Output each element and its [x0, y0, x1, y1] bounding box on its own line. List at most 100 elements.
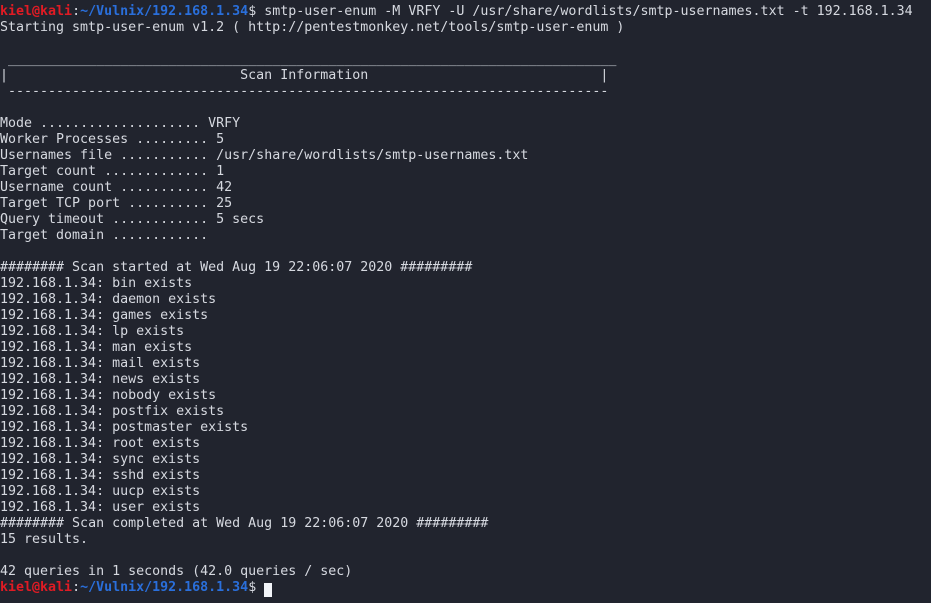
scan-info-value: 5	[216, 132, 225, 147]
result-status: exists	[144, 452, 201, 467]
result-status: exists	[168, 404, 225, 419]
result-username: games	[112, 308, 153, 323]
result-row: 192.168.1.34: bin exists	[0, 276, 931, 292]
result-host: 192.168.1.34:	[0, 500, 113, 515]
result-username: lp	[112, 324, 129, 339]
scan-info-leader: ...........	[112, 180, 217, 195]
result-host: 192.168.1.34:	[0, 436, 113, 451]
result-row: 192.168.1.34: root exists	[0, 436, 931, 452]
prompt-separator: :	[72, 4, 81, 19]
scan-info-label: Mode	[0, 116, 33, 131]
scan-info-row: Target TCP port .......... 25	[0, 196, 931, 212]
result-row: 192.168.1.34: news exists	[0, 372, 931, 388]
result-host: 192.168.1.34:	[0, 468, 113, 483]
result-status: exists	[160, 388, 217, 403]
final-prompt-sigil: $	[248, 580, 257, 595]
scan-completed-text: Scan completed at Wed Aug 19 22:06:07 20…	[64, 516, 417, 531]
result-host: 192.168.1.34:	[0, 276, 113, 291]
scan-completed-prefix: ########	[0, 516, 65, 531]
result-host: 192.168.1.34:	[0, 292, 113, 307]
result-status: exists	[192, 420, 249, 435]
scan-info-value: /usr/share/wordlists/smtp-usernames.txt	[216, 148, 529, 163]
scan-information-list: Mode .................... VRFY Worker Pro…	[0, 116, 931, 244]
scan-info-label: Usernames file	[0, 148, 113, 163]
result-status: exists	[144, 484, 201, 499]
scan-info-value: 1	[216, 164, 225, 179]
scan-info-leader: .............	[96, 164, 217, 179]
scan-info-value: 25	[216, 196, 233, 211]
result-username: bin	[112, 276, 137, 291]
result-row: 192.168.1.34: postfix exists	[0, 404, 931, 420]
result-username: user	[112, 500, 145, 515]
results-list: 192.168.1.34: bin exists 192.168.1.34: da…	[0, 276, 931, 516]
final-prompt-line: kiel@kali:~/Vulnix/192.168.1.34$	[0, 580, 931, 597]
scan-info-leader: ....................	[32, 116, 209, 131]
result-host: 192.168.1.34:	[0, 324, 113, 339]
scan-info-leader: ............	[104, 212, 217, 227]
result-host: 192.168.1.34:	[0, 372, 113, 387]
starting-line: Starting smtp-user-enum v1.2 ( http://pe…	[0, 20, 625, 35]
command-prompt-line: kiel@kali:~/Vulnix/192.168.1.34$ smtp-us…	[0, 4, 931, 20]
scan-info-label: Worker Processes	[0, 132, 129, 147]
result-status: exists	[144, 356, 201, 371]
result-username: nobody	[112, 388, 161, 403]
prompt-path: ~/Vulnix/192.168.1.34	[80, 4, 249, 19]
text-cursor[interactable]	[264, 583, 273, 597]
scan-info-row: Worker Processes ......... 5	[0, 132, 931, 148]
scan-info-box-bottom: ----------------------------------------…	[0, 84, 609, 99]
scan-info-label: Query timeout	[0, 212, 105, 227]
result-host: 192.168.1.34:	[0, 340, 113, 355]
scan-info-label: Target domain	[0, 228, 105, 243]
results-count-line: 15 results.	[0, 532, 89, 547]
result-username: uucp	[112, 484, 145, 499]
scan-info-value: 5 secs	[216, 212, 265, 227]
scan-info-row: Usernames file ........... /usr/share/wo…	[0, 148, 931, 164]
scan-started-suffix: #########	[400, 260, 473, 275]
scan-info-leader: .........	[128, 132, 217, 147]
scan-info-label: Target count	[0, 164, 97, 179]
result-row: 192.168.1.34: sshd exists	[0, 468, 931, 484]
result-row: 192.168.1.34: user exists	[0, 500, 931, 516]
result-username: sshd	[112, 468, 145, 483]
result-row: 192.168.1.34: mail exists	[0, 356, 931, 372]
result-host: 192.168.1.34:	[0, 388, 113, 403]
scan-info-leader: ..........	[120, 196, 217, 211]
result-row: 192.168.1.34: nobody exists	[0, 388, 931, 404]
scan-info-box-title: | Scan Information |	[0, 68, 609, 83]
final-prompt-path: ~/Vulnix/192.168.1.34	[80, 580, 249, 595]
scan-info-label: Target TCP port	[0, 196, 121, 211]
scan-info-row: Username count ........... 42	[0, 180, 931, 196]
result-status: exists	[160, 292, 217, 307]
result-username: root	[112, 436, 145, 451]
result-row: 192.168.1.34: postmaster exists	[0, 420, 931, 436]
scan-info-value: VRFY	[208, 116, 241, 131]
scan-info-row: Target count ............. 1	[0, 164, 931, 180]
result-host: 192.168.1.34:	[0, 420, 113, 435]
result-username: postmaster	[112, 420, 193, 435]
result-username: man	[112, 340, 137, 355]
result-row: 192.168.1.34: lp exists	[0, 324, 931, 340]
scan-info-label: Username count	[0, 180, 113, 195]
final-prompt-separator: :	[72, 580, 81, 595]
result-host: 192.168.1.34:	[0, 452, 113, 467]
scan-info-row: Target domain ............	[0, 228, 931, 244]
queries-summary-line: 42 queries in 1 seconds (42.0 queries / …	[0, 564, 353, 579]
result-row: 192.168.1.34: man exists	[0, 340, 931, 356]
scan-started-prefix: ########	[0, 260, 65, 275]
scan-info-leader: ............	[104, 228, 209, 243]
scan-completed-line: ######## Scan completed at Wed Aug 19 22…	[0, 516, 931, 532]
terminal-window[interactable]: kiel@kali:~/Vulnix/192.168.1.34$ smtp-us…	[0, 0, 931, 603]
scan-info-row: Mode .................... VRFY	[0, 116, 931, 132]
result-status: exists	[144, 436, 201, 451]
result-host: 192.168.1.34:	[0, 356, 113, 371]
result-status: exists	[128, 324, 185, 339]
result-host: 192.168.1.34:	[0, 484, 113, 499]
prompt-user-host: kiel@kali	[0, 4, 73, 19]
result-status: exists	[152, 308, 209, 323]
result-row: 192.168.1.34: games exists	[0, 308, 931, 324]
command-text: smtp-user-enum -M VRFY -U /usr/share/wor…	[256, 4, 913, 19]
result-status: exists	[136, 276, 193, 291]
